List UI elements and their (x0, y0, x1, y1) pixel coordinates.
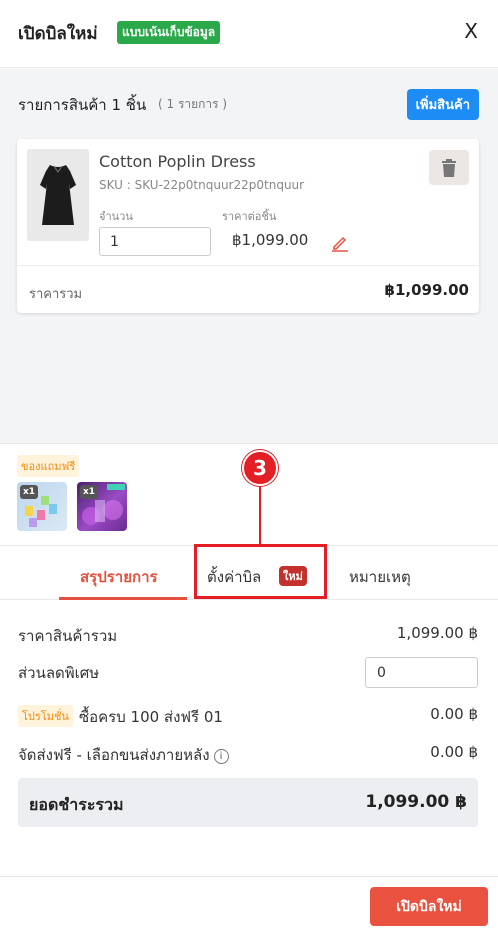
freebie-item[interactable]: x1 (77, 482, 127, 531)
product-card: Cotton Poplin Dress SKU : SKU-22p0tnquur… (17, 139, 479, 313)
freebies-label: ของแถมฟรี (17, 455, 80, 477)
modal-header: เปิดบิลใหม่ แบบเน้นเก็บข้อมูล X (0, 0, 498, 68)
product-item-count: ( 1 รายการ ) (158, 97, 228, 111)
subtotal-value: 1,099.00 ฿ (396, 624, 478, 642)
subtotal-label: ราคาสินค้ารวม (18, 627, 118, 645)
callout-step-number: 3 (242, 450, 278, 486)
promotion-value: 0.00 ฿ (430, 705, 478, 723)
product-section: รายการสินค้า 1 ชิ้น ( 1 รายการ ) เพิ่มสิ… (0, 69, 498, 443)
subtotal-row: ราคาสินค้ารวม 1,099.00 ฿ (18, 624, 478, 648)
pencil-edit-icon[interactable] (331, 234, 349, 252)
discount-input[interactable] (365, 657, 478, 688)
promotion-label: ซื้อครบ 100 ส่งฟรี 01 (78, 708, 223, 726)
tab-notes[interactable]: หมายเหตุ (349, 565, 411, 589)
grand-total-label: ยอดชำระรวม (29, 795, 124, 814)
card-divider (17, 265, 479, 266)
freebie-item[interactable]: x1 (17, 482, 67, 531)
modal-title: เปิดบิลใหม่ (18, 24, 98, 44)
product-name: Cotton Poplin Dress (99, 152, 256, 171)
line-total-value: ฿1,099.00 (384, 281, 469, 299)
quantity-input[interactable] (99, 227, 211, 256)
open-new-bill-button[interactable]: เปิดบิลใหม่ (370, 887, 488, 926)
grand-total-box: ยอดชำระรวม 1,099.00 ฿ (18, 778, 478, 827)
callout-highlight-box (194, 544, 327, 599)
tab-summary[interactable]: สรุปรายการ (80, 565, 158, 589)
product-section-title: รายการสินค้า 1 ชิ้น (18, 96, 147, 114)
grand-total-value: 1,099.00 ฿ (365, 792, 467, 812)
discount-label: ส่วนลดพิเศษ (18, 664, 100, 682)
product-thumbnail[interactable] (27, 149, 89, 241)
modal-footer: เปิดบิลใหม่ (0, 876, 498, 936)
shipping-row: จัดส่งฟรี - เลือกขนส่งภายหลัง i 0.00 ฿ (18, 743, 478, 767)
freebie-qty: x1 (20, 485, 39, 499)
unit-price-label: ราคาต่อชิ้น (222, 210, 277, 223)
quantity-label: จำนวน (99, 210, 133, 223)
shipping-label: จัดส่งฟรี - เลือกขนส่งภายหลัง (18, 746, 210, 764)
mode-badge: แบบเน้นเก็บข้อมูล (117, 21, 221, 44)
shipping-value: 0.00 ฿ (430, 743, 478, 761)
callout-connector (259, 486, 261, 544)
product-sku: SKU : SKU-22p0tnquur22p0tnquur (99, 178, 305, 192)
unit-price-value: ฿1,099.00 (232, 231, 309, 249)
add-product-button[interactable]: เพิ่มสินค้า (406, 89, 479, 120)
trash-icon (442, 158, 456, 177)
active-tab-indicator (59, 597, 187, 600)
line-total-label: ราคารวม (29, 287, 83, 302)
info-icon[interactable]: i (213, 749, 229, 764)
freebie-qty: x1 (80, 485, 99, 499)
promotion-row: โปรโมชั่น ซื้อครบ 100 ส่งฟรี 01 0.00 ฿ (18, 705, 478, 729)
promotion-tag: โปรโมชั่น (18, 705, 73, 727)
dress-image-icon (40, 165, 76, 225)
close-button[interactable]: X (464, 19, 478, 43)
delete-product-button[interactable] (429, 150, 469, 185)
